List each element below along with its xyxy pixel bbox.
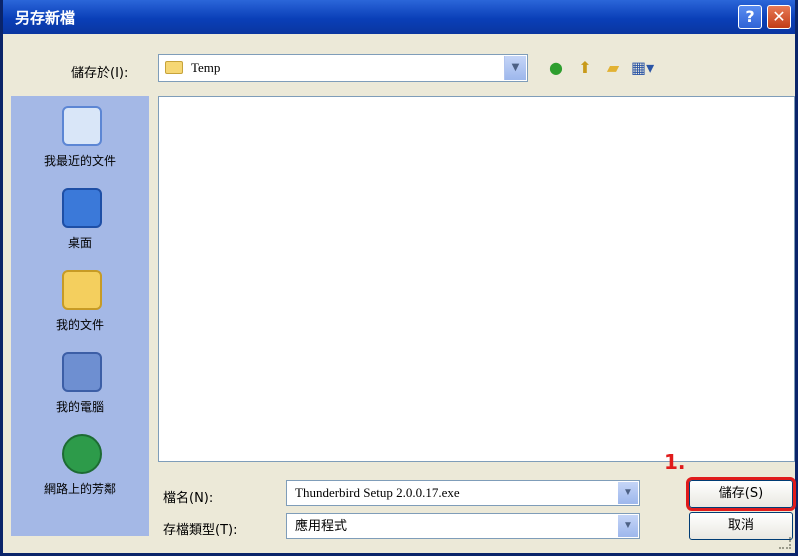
chevron-down-icon[interactable]: ▼ (618, 482, 638, 504)
place-recent-documents[interactable]: 我最近的文件 (11, 100, 149, 182)
network-places-icon (62, 434, 102, 474)
up-folder-icon[interactable]: ⬆ (575, 58, 595, 78)
filetype-label: 存檔類型(T): (163, 523, 238, 538)
cancel-button[interactable]: 取消 (689, 512, 793, 540)
filetype-value: 應用程式 (295, 518, 348, 533)
file-list[interactable] (158, 96, 795, 462)
title-bar[interactable]: 另存新檔 ? ✕ (3, 0, 795, 34)
filename-label: 檔名(N): (163, 491, 214, 506)
place-my-documents[interactable]: 我的文件 (11, 264, 149, 346)
save-as-dialog: 另存新檔 ? ✕ 儲存於(I): Temp ▼ ● ⬆ ▰ ▦▾ 我最近的文件 … (0, 0, 798, 556)
place-my-computer[interactable]: 我的電腦 (11, 346, 149, 428)
save-in-value: Temp (191, 60, 221, 75)
filename-value: Thunderbird Setup 2.0.0.17.exe (295, 485, 460, 500)
chevron-down-icon[interactable]: ▼ (618, 515, 638, 537)
folder-icon (165, 61, 183, 74)
recent-documents-icon (62, 106, 102, 146)
window-title: 另存新檔 (15, 9, 76, 27)
desktop-icon (62, 188, 102, 228)
place-label: 桌面 (67, 236, 92, 250)
back-icon[interactable]: ● (546, 58, 566, 78)
save-button[interactable]: 儲存(S) (686, 477, 796, 511)
place-network[interactable]: 網路上的芳鄰 (11, 428, 149, 510)
save-in-combobox[interactable]: Temp ▼ (158, 54, 528, 82)
my-documents-icon (62, 270, 102, 310)
filename-input[interactable]: Thunderbird Setup 2.0.0.17.exe ▼ (286, 480, 640, 506)
places-bar: 我最近的文件 桌面 我的文件 我的電腦 網路上的芳鄰 (11, 96, 149, 536)
annotation-marker: 1. (664, 450, 686, 474)
close-button[interactable]: ✕ (767, 5, 791, 29)
place-label: 網路上的芳鄰 (43, 482, 116, 496)
place-label: 我的文件 (55, 318, 104, 332)
chevron-down-icon[interactable]: ▼ (504, 56, 526, 80)
filetype-select[interactable]: 應用程式 ▼ (286, 513, 640, 539)
resize-grip[interactable] (779, 537, 791, 549)
place-label: 我的電腦 (55, 400, 104, 414)
views-menu-icon[interactable]: ▦▾ (631, 58, 654, 78)
help-button[interactable]: ? (738, 5, 762, 29)
place-label: 我最近的文件 (43, 154, 116, 168)
my-computer-icon (62, 352, 102, 392)
new-folder-icon[interactable]: ▰ (603, 58, 623, 78)
place-desktop[interactable]: 桌面 (11, 182, 149, 264)
save-in-label: 儲存於(I): (71, 66, 129, 81)
